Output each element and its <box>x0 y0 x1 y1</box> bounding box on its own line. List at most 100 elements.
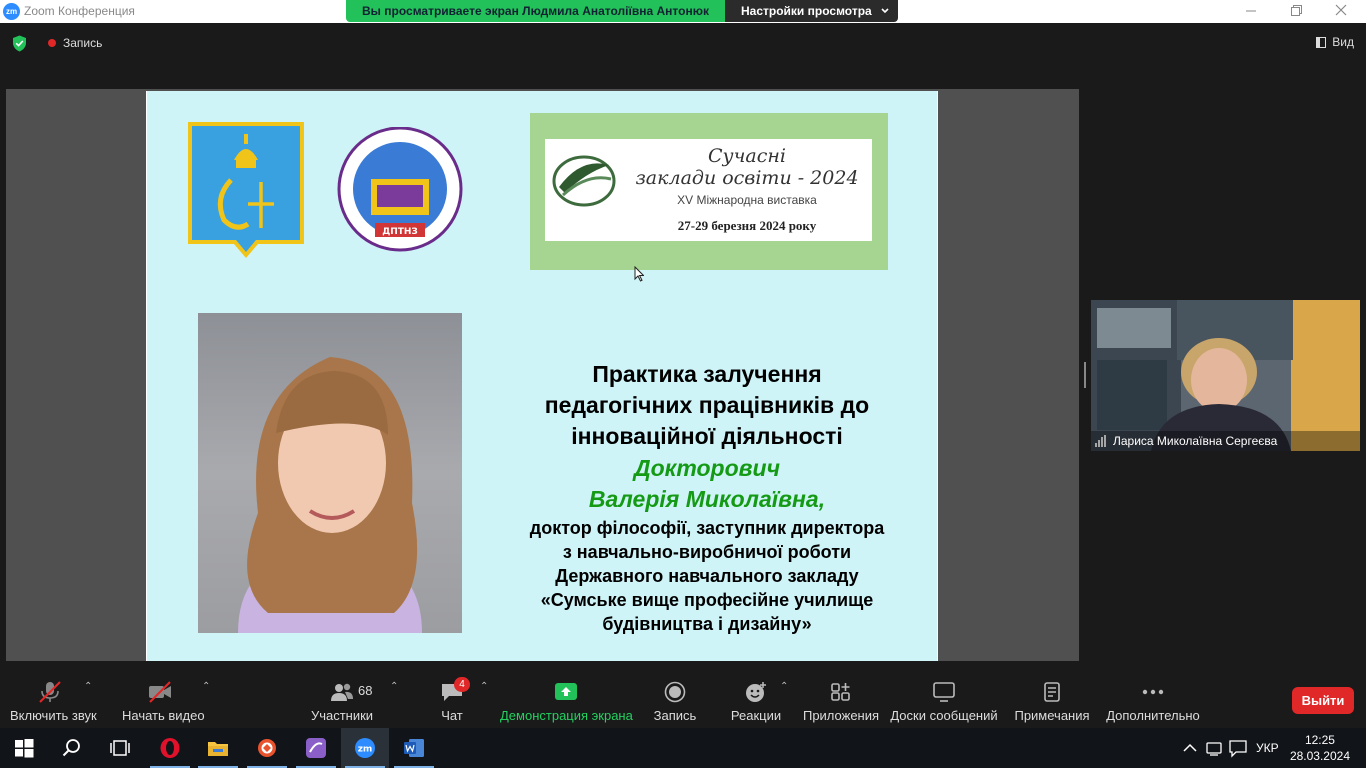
video-off-icon <box>149 681 171 703</box>
file-explorer-taskbar-button[interactable] <box>194 728 242 768</box>
task-view-button[interactable] <box>96 728 144 768</box>
svg-text:zm: zm <box>358 745 373 755</box>
expo-leaf-logo-icon <box>552 155 616 207</box>
chat-label: Чат <box>441 708 463 723</box>
tray-overflow-button[interactable] <box>1180 728 1200 768</box>
notes-button[interactable]: Примечания <box>1012 671 1092 728</box>
notes-label: Примечания <box>1014 708 1090 723</box>
participants-caret-icon[interactable]: ⌃ <box>390 681 398 692</box>
expo-title-line2: заклади освіти - 2024 <box>635 167 859 189</box>
reactions-label: Реакции <box>730 708 782 723</box>
zoom-logo-icon: zm <box>3 3 20 20</box>
more-dots-icon <box>1142 689 1164 695</box>
anydesk-taskbar-button[interactable] <box>243 728 291 768</box>
task-view-icon <box>110 740 130 756</box>
system-clock[interactable]: 12:25 28.03.2024 <box>1290 732 1350 764</box>
chat-button[interactable]: 4 ⌃ Чат <box>432 671 488 728</box>
participant-video-tile[interactable]: Лариса Миколаївна Сергеєва <box>1091 300 1360 451</box>
whiteboards-label: Доски сообщений <box>890 708 998 723</box>
notifications-tray-button[interactable] <box>1228 728 1248 768</box>
slide-title-line3: інноваційної діяльності <box>571 423 843 449</box>
whiteboard-icon <box>933 682 955 702</box>
zoom-window: zm Zoom Конференция Вы просматриваете эк… <box>0 0 1366 768</box>
author-desc-line3: Державного навчального закладу <box>555 566 859 586</box>
record-icon <box>664 681 686 703</box>
opera-icon <box>160 738 180 758</box>
more-button[interactable]: Дополнительно <box>1106 671 1200 728</box>
presentation-slide: ДПТНЗ Сучасні заклади освіти - 2024 XV М… <box>146 91 938 661</box>
title-bar: zm Zoom Конференция Вы просматриваете эк… <box>0 0 1366 23</box>
folder-icon <box>208 742 228 756</box>
language-indicator[interactable]: УКР <box>1256 728 1280 768</box>
search-icon <box>62 739 80 757</box>
start-button[interactable] <box>0 728 48 768</box>
participant-name: Лариса Миколаївна Сергеєва <box>1091 431 1360 451</box>
window-title: Zoom Конференция <box>24 4 135 18</box>
close-button[interactable] <box>1318 0 1364 23</box>
video-options-caret-icon[interactable]: ⌃ <box>202 681 210 692</box>
security-shield-icon[interactable] <box>12 35 27 52</box>
word-icon <box>404 739 424 757</box>
unmute-button[interactable]: ⌃ Включить звук <box>8 671 97 728</box>
emblem-abbreviation: ДПТНЗ <box>382 227 418 237</box>
opera-taskbar-button[interactable] <box>146 728 194 768</box>
author-desc-line5: будівництва і дизайну» <box>602 614 812 634</box>
expo-banner: Сучасні заклади освіти - 2024 XV Міжнаро… <box>530 113 888 270</box>
chat-unread-badge: 4 <box>454 677 470 692</box>
share-screen-button[interactable]: Демонстрация экрана <box>500 671 633 728</box>
leave-meeting-button[interactable]: Выйти <box>1292 687 1354 714</box>
view-options-button[interactable]: Настройки просмотра <box>725 0 898 22</box>
shared-screen: ДПТНЗ Сучасні заклади освіти - 2024 XV М… <box>6 89 1079 661</box>
participants-button[interactable]: 68 ⌃ Участники <box>306 671 398 728</box>
message-icon <box>1229 740 1247 758</box>
meeting-top-bar: Запись Вид <box>0 23 1366 63</box>
zoom-taskbar-button[interactable]: zm <box>341 728 389 768</box>
recording-label[interactable]: Запись <box>63 36 102 50</box>
reactions-caret-icon[interactable]: ⌃ <box>780 681 788 692</box>
slide-title-line1: Практика залучення <box>592 361 822 387</box>
expo-title: Сучасні заклади освіти - 2024 <box>629 145 865 189</box>
clock-time: 12:25 <box>1304 733 1335 747</box>
author-name: Валерія Миколаївна, <box>588 486 826 512</box>
participants-icon <box>331 683 353 701</box>
notes-icon <box>1044 682 1060 702</box>
mouse-cursor-icon <box>634 266 644 282</box>
unmute-label: Включить звук <box>10 708 97 723</box>
meeting-toolbar: ⌃ Включить звук ⌃ Начать видео 68 ⌃ Учас… <box>0 671 1366 728</box>
network-icon <box>1206 742 1222 756</box>
more-label: Дополнительно <box>1106 708 1200 723</box>
expo-dates: 27-29 березня 2024 року <box>677 218 817 233</box>
reactions-smiley-icon <box>746 682 766 702</box>
minimize-button[interactable] <box>1228 0 1274 23</box>
slide-title-line2: педагогічних працівників до <box>544 392 870 418</box>
whiteboards-button[interactable]: Доски сообщений <box>890 671 998 728</box>
windows-taskbar: zm УКР 12:25 28.03.2024 <box>0 728 1366 768</box>
muted-microphone-icon <box>39 681 61 703</box>
record-button[interactable]: Запись <box>650 671 700 728</box>
word-taskbar-button[interactable] <box>390 728 438 768</box>
chat-caret-icon[interactable]: ⌃ <box>480 681 488 692</box>
author-desc-line1: доктор філософії, заступник директора <box>529 518 885 538</box>
expo-subtitle: XV Міжнародна виставка <box>677 193 817 207</box>
apps-button[interactable]: Приложения <box>802 671 880 728</box>
share-screen-icon <box>555 683 577 700</box>
chevron-up-icon <box>1183 743 1197 752</box>
restore-button[interactable] <box>1273 0 1319 23</box>
view-button[interactable]: Вид <box>1316 35 1354 49</box>
remote-app-icon <box>258 739 276 757</box>
participants-count: 68 <box>358 683 373 698</box>
windows-start-icon <box>15 739 34 758</box>
search-button[interactable] <box>48 728 96 768</box>
presentation-app-taskbar-button[interactable] <box>292 728 340 768</box>
reactions-button[interactable]: ⌃ Реакции <box>730 671 789 728</box>
network-tray-button[interactable] <box>1204 728 1224 768</box>
apps-label: Приложения <box>802 708 880 723</box>
clock-date: 28.03.2024 <box>1289 749 1350 763</box>
participants-label: Участники <box>310 708 374 723</box>
speaker-photo <box>198 313 462 633</box>
expo-title-line1: Сучасні <box>708 145 786 167</box>
record-label: Запись <box>653 708 697 723</box>
audio-options-caret-icon[interactable]: ⌃ <box>84 681 92 692</box>
video-panel-resize-handle[interactable] <box>1084 362 1086 388</box>
start-video-button[interactable]: ⌃ Начать видео <box>120 671 212 728</box>
